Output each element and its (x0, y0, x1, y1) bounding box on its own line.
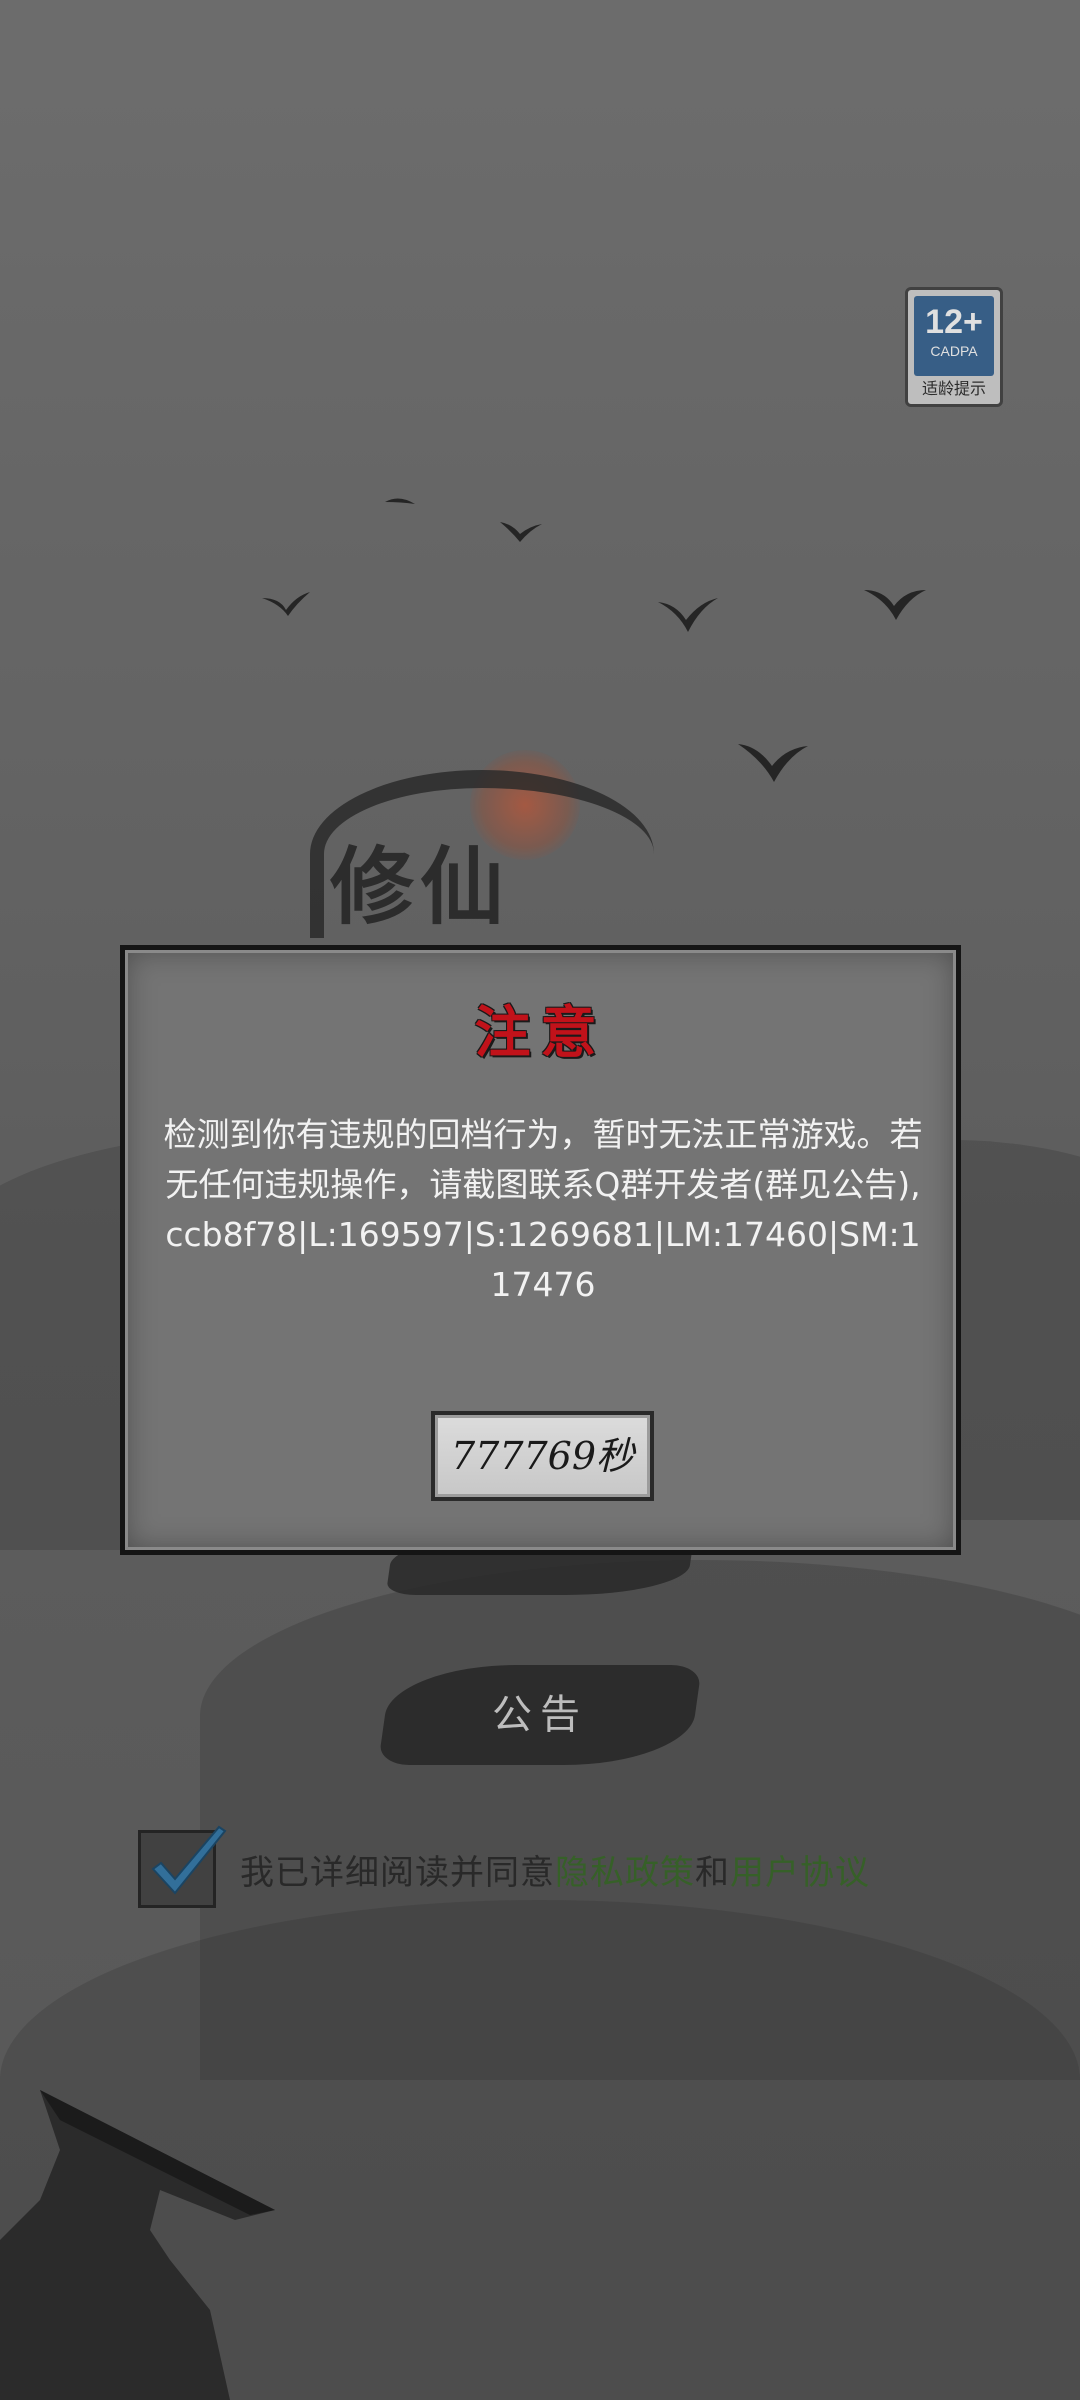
dialog-title: 注意 (474, 1000, 607, 1066)
dialog-message: 检测到你有违规的回档行为，暂时无法正常游戏。若无任何违规操作，请截图联系Q群开发… (163, 1115, 923, 1304)
game-screen: 12+ CADPA 适龄提示 修仙 公告 我已详细阅读并同意隐私政策和用户协议 … (0, 0, 1080, 2400)
violation-notice-dialog: 注意 检测到你有违规的回档行为，暂时无法正常游戏。若无任何违规操作，请截图联系Q… (120, 945, 961, 1555)
countdown-button[interactable]: 777769秒 (431, 1411, 654, 1501)
